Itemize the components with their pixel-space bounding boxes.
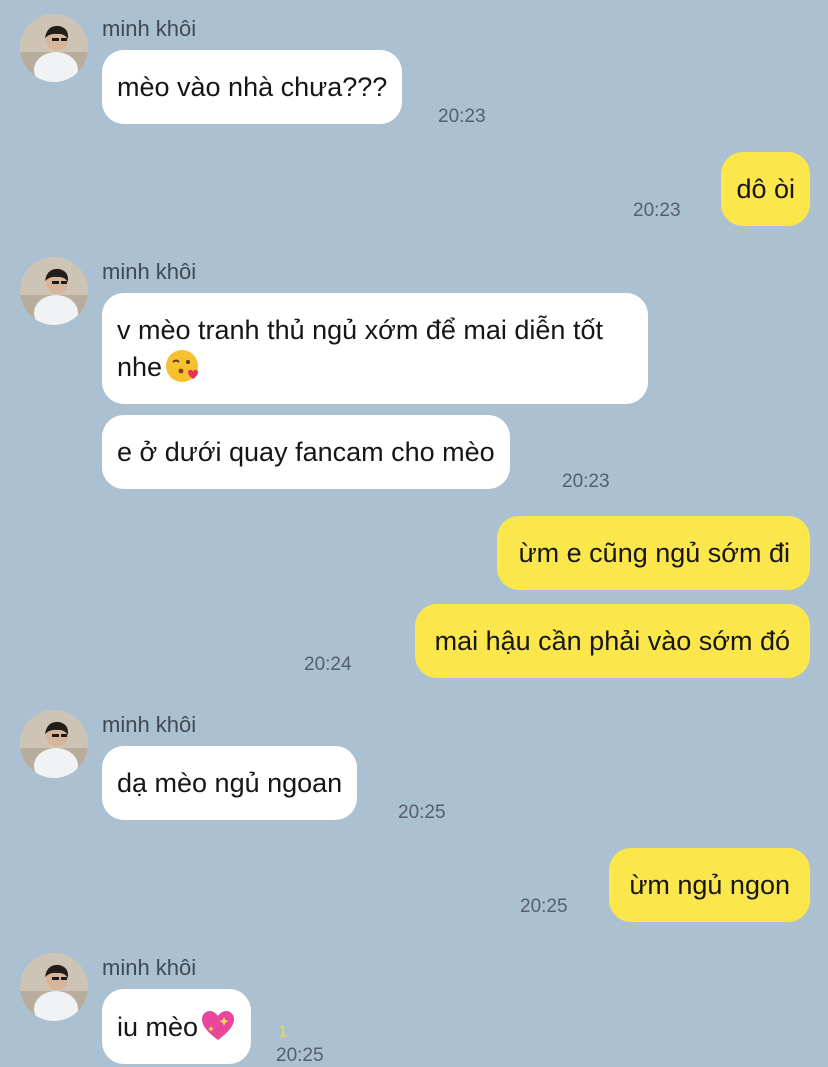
- message-time: 20:23: [562, 471, 610, 492]
- kissing-heart-emoji: [166, 350, 199, 382]
- message-time: 20:23: [438, 106, 486, 127]
- message-time: 20:24: [304, 654, 352, 675]
- contact-avatar[interactable]: [20, 953, 88, 1021]
- message-text: mèo vào nhà chưa???: [117, 72, 388, 102]
- message-bubble-incoming[interactable]: mèo vào nhà chưa???: [102, 50, 403, 124]
- message-text: e ở dưới quay fancam cho mèo: [117, 437, 495, 467]
- contact-avatar[interactable]: [20, 14, 88, 82]
- message-text: dô òi: [736, 174, 795, 204]
- message-bubble-incoming[interactable]: v mèo tranh thủ ngủ xớm để mai diễn tốt …: [102, 293, 648, 404]
- message-bubble-incoming[interactable]: dạ mèo ngủ ngoan: [102, 746, 358, 820]
- message-text: mai hậu cần phải vào sớm đó: [434, 626, 790, 656]
- contact-avatar[interactable]: [20, 257, 88, 325]
- message-text: iu mèo: [117, 1012, 199, 1042]
- message-time: 20:25: [520, 896, 568, 917]
- message-bubble-outgoing[interactable]: dô òi: [721, 152, 810, 226]
- contact-avatar[interactable]: [20, 710, 88, 778]
- message-bubble-incoming[interactable]: iu mèo: [102, 989, 252, 1064]
- message-bubble-outgoing[interactable]: ừm e cũng ngủ sớm đi: [496, 516, 810, 590]
- sparkling-heart-emoji: [202, 1011, 235, 1040]
- message-text: dạ mèo ngủ ngoan: [117, 768, 343, 798]
- message-time: 20:25: [398, 802, 446, 823]
- message-text: ừm ngủ ngon: [629, 870, 790, 900]
- message-bubble-incoming[interactable]: e ở dưới quay fancam cho mèo: [102, 415, 510, 489]
- message-time: 20:25: [276, 1045, 324, 1066]
- sender-name: minh khôi: [102, 712, 197, 737]
- sender-name: minh khôi: [102, 259, 197, 284]
- sender-name: minh khôi: [102, 16, 197, 41]
- message-bubble-outgoing[interactable]: mai hậu cần phải vào sớm đó: [414, 604, 810, 678]
- unread-count-badge: 1: [278, 1022, 288, 1041]
- sender-name: minh khôi: [102, 955, 197, 980]
- message-text: ừm e cũng ngủ sớm đi: [518, 538, 790, 568]
- message-bubble-outgoing[interactable]: ừm ngủ ngon: [609, 848, 810, 922]
- chat-room: minh khôi mèo vào nhà chưa??? 20:23 dô ò…: [0, 0, 828, 1067]
- message-time: 20:23: [633, 200, 681, 221]
